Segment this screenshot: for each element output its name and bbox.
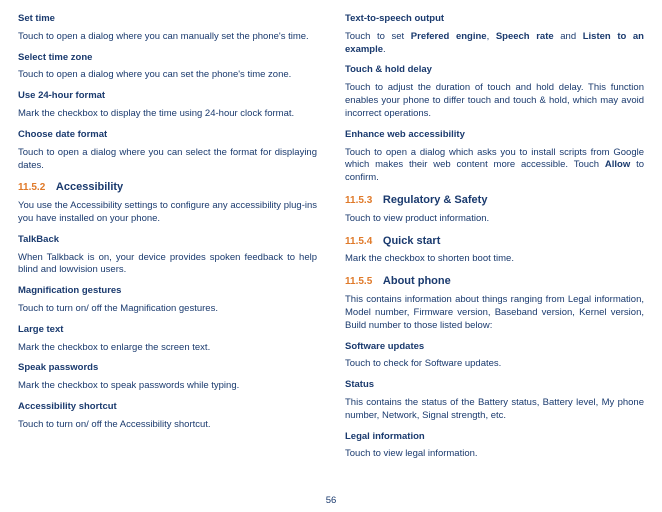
date-format-heading: Choose date format <box>18 129 317 142</box>
legal-info-body: Touch to view legal information. <box>345 448 644 461</box>
section-1152-body: You use the Accessibility settings to co… <box>18 200 317 226</box>
time-zone-heading: Select time zone <box>18 52 317 65</box>
speak-passwords-body: Mark the checkbox to speak passwords whi… <box>18 380 317 393</box>
section-1154-title: Quick start <box>383 235 440 247</box>
large-text-heading: Large text <box>18 324 317 337</box>
section-1153-title: Regulatory & Safety <box>383 194 488 206</box>
legal-info-heading: Legal information <box>345 431 644 444</box>
tts-c1: , <box>487 31 496 42</box>
section-1154-heading: 11.5.4 Quick start <box>345 234 644 249</box>
accessibility-shortcut-heading: Accessibility shortcut <box>18 401 317 414</box>
talkback-body: When Talkback is on, your device provide… <box>18 252 317 278</box>
24h-heading: Use 24-hour format <box>18 90 317 103</box>
section-1153-number: 11.5.3 <box>345 195 372 206</box>
section-1154-number: 11.5.4 <box>345 236 372 247</box>
tts-body: Touch to set Prefered engine, Speech rat… <box>345 31 644 57</box>
tts-heading: Text-to-speech output <box>345 13 644 26</box>
section-1153-heading: 11.5.3 Regulatory & Safety <box>345 193 644 208</box>
tts-c3: . <box>383 44 386 55</box>
software-updates-body: Touch to check for Software updates. <box>345 358 644 371</box>
status-heading: Status <box>345 379 644 392</box>
magnification-heading: Magnification gestures <box>18 285 317 298</box>
ew-bold: Allow <box>605 159 630 170</box>
touch-hold-heading: Touch & hold delay <box>345 64 644 77</box>
talkback-heading: TalkBack <box>18 234 317 247</box>
section-1155-body: This contains information about things r… <box>345 294 644 332</box>
tts-pre: Touch to set <box>345 31 411 42</box>
section-1152-heading: 11.5.2 Accessibility <box>18 180 317 195</box>
set-time-heading: Set time <box>18 13 317 26</box>
left-column: Set time Touch to open a dialog where yo… <box>0 0 331 512</box>
enhance-web-body: Touch to open a dialog which asks you to… <box>345 147 644 185</box>
section-1155-heading: 11.5.5 About phone <box>345 274 644 289</box>
status-body: This contains the status of the Battery … <box>345 397 644 423</box>
large-text-body: Mark the checkbox to enlarge the screen … <box>18 342 317 355</box>
right-column: Text-to-speech output Touch to set Prefe… <box>331 0 662 512</box>
section-1155-title: About phone <box>383 275 451 287</box>
section-1152-number: 11.5.2 <box>18 182 45 193</box>
time-zone-body: Touch to open a dialog where you can set… <box>18 69 317 82</box>
touch-hold-body: Touch to adjust the duration of touch an… <box>345 82 644 120</box>
section-1155-number: 11.5.5 <box>345 276 372 287</box>
section-1154-body: Mark the checkbox to shorten boot time. <box>345 253 644 266</box>
set-time-body: Touch to open a dialog where you can man… <box>18 31 317 44</box>
24h-body: Mark the checkbox to display the time us… <box>18 108 317 121</box>
tts-c2: and <box>554 31 583 42</box>
tts-bold1: Prefered engine <box>411 31 487 42</box>
ew-pre: Touch to open a dialog which asks you to… <box>345 147 644 171</box>
accessibility-shortcut-body: Touch to turn on/ off the Accessibility … <box>18 419 317 432</box>
date-format-body: Touch to open a dialog where you can sel… <box>18 147 317 173</box>
enhance-web-heading: Enhance web accessibility <box>345 129 644 142</box>
speak-passwords-heading: Speak passwords <box>18 362 317 375</box>
section-1153-body: Touch to view product information. <box>345 213 644 226</box>
magnification-body: Touch to turn on/ off the Magnification … <box>18 303 317 316</box>
software-updates-heading: Software updates <box>345 341 644 354</box>
section-1152-title: Accessibility <box>56 181 123 193</box>
page-number: 56 <box>326 495 337 506</box>
tts-bold2: Speech rate <box>496 31 554 42</box>
